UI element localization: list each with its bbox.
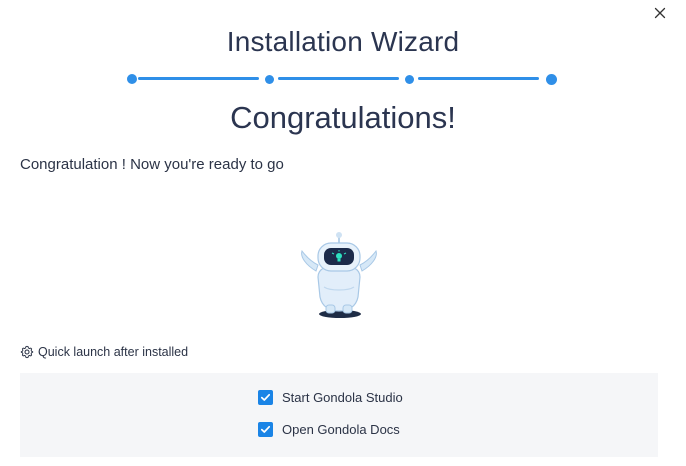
ready-message: Congratulation ! Now you're ready to go [20,156,284,173]
quick-launch-label: Quick launch after installed [38,345,189,359]
quick-launch-section-label: Quick launch after installed [20,345,188,359]
step-dot-3 [405,74,414,84]
robot-mascot-illustration [296,229,382,321]
congratulations-heading: Congratulations! [230,100,456,135]
close-icon [654,7,666,19]
quick-launch-options-panel: Start Gondola Studio Open Gondola Docs [20,373,658,457]
start-gondola-studio-checkbox[interactable] [258,390,273,405]
start-gondola-studio-label: Start Gondola Studio [282,390,403,405]
wizard-title: Installation Wizard [226,26,460,57]
step-connector-1 [138,77,259,80]
checkmark-icon [260,425,271,433]
step-dot-4 [546,73,557,85]
open-gondola-docs-option[interactable]: Open Gondola Docs [258,422,400,437]
open-gondola-docs-label: Open Gondola Docs [282,422,400,437]
checkmark-icon [260,393,271,401]
step-connector-3 [418,77,539,80]
step-dot-1 [127,74,137,84]
gear-icon [20,345,34,359]
step-connector-2 [278,77,399,80]
installation-wizard-window: Installation Wizard Congratulations! Con… [0,0,686,466]
step-dot-2 [265,74,274,84]
open-gondola-docs-checkbox[interactable] [258,422,273,437]
start-gondola-studio-option[interactable]: Start Gondola Studio [258,390,403,405]
close-button[interactable] [650,3,670,23]
step-progress-indicator [127,73,557,85]
